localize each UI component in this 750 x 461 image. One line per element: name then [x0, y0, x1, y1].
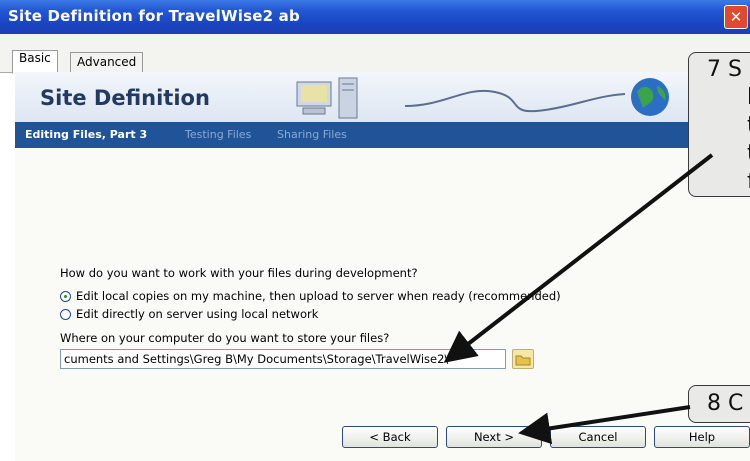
- arrow-to-next-button: [518, 405, 691, 445]
- annotation-arrows: [443, 153, 714, 445]
- arrow-to-folder-input: [443, 153, 714, 363]
